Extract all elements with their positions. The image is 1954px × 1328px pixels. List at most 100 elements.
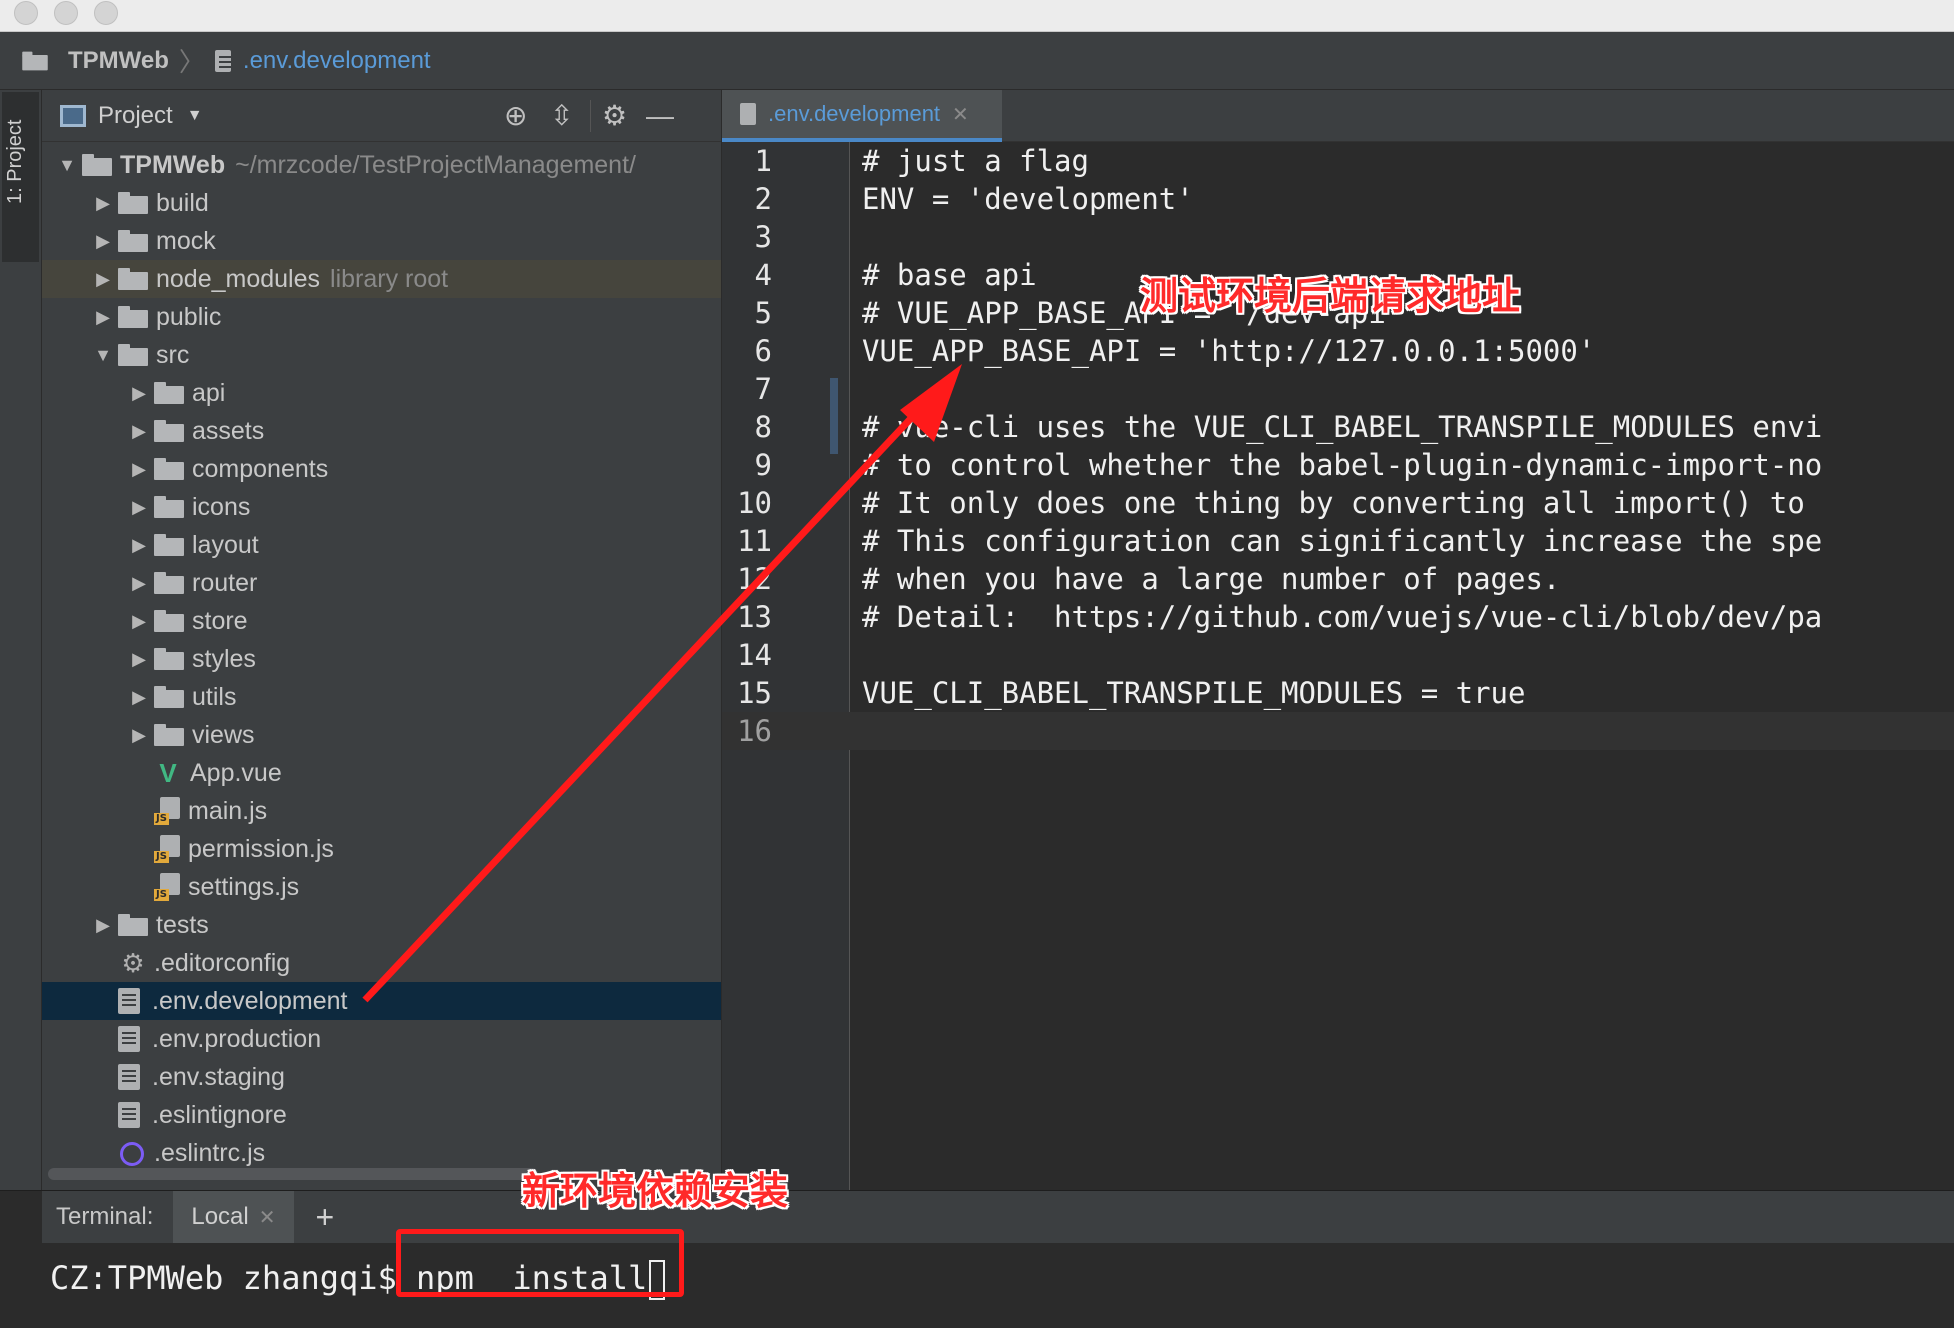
code-line[interactable]: 10 # It only does one thing by converting… bbox=[722, 484, 1954, 522]
chevron-down-icon[interactable]: ▼ bbox=[52, 155, 82, 176]
code-line[interactable]: 13 # Detail: https://github.com/vuejs/vue… bbox=[722, 598, 1954, 636]
breadcrumb-file[interactable]: .env.development bbox=[243, 47, 431, 75]
code-line[interactable]: 7 bbox=[722, 370, 1954, 408]
tree-horizontal-scrollbar[interactable] bbox=[48, 1168, 538, 1180]
tree-item[interactable]: V App.vue bbox=[42, 754, 721, 792]
chevron-right-icon[interactable]: ▶ bbox=[88, 915, 118, 936]
project-tree: ▼ TPMWeb ~/mrzcode/TestProjectManagement/ ▶… bbox=[42, 146, 721, 1172]
text-file-icon bbox=[118, 988, 140, 1014]
tree-item[interactable]: ▶ assets bbox=[42, 412, 721, 450]
line-number: 13 bbox=[737, 600, 772, 634]
code-line[interactable]: 11 # This configuration can significantly… bbox=[722, 522, 1954, 560]
tree-item[interactable]: JS permission.js bbox=[42, 830, 721, 868]
chevron-right-icon[interactable]: ▶ bbox=[124, 687, 154, 708]
locate-file-icon[interactable]: ⊕ bbox=[504, 102, 527, 130]
project-tool-button[interactable]: 1: Project bbox=[2, 92, 39, 262]
chevron-down-icon[interactable]: ▼ bbox=[88, 345, 118, 366]
line-number: 9 bbox=[754, 448, 772, 482]
code-line[interactable]: 8 # vue-cli uses the VUE_CLI_BABEL_TRANSP… bbox=[722, 408, 1954, 446]
tree-item[interactable]: .env.development bbox=[42, 982, 721, 1020]
tree-item[interactable]: .env.staging bbox=[42, 1058, 721, 1096]
code-line[interactable]: 2 ENV = 'development' bbox=[722, 180, 1954, 218]
tree-item[interactable]: ▼ TPMWeb ~/mrzcode/TestProjectManagement/ bbox=[42, 146, 721, 184]
project-view-selector[interactable]: Project bbox=[98, 102, 173, 130]
line-number: 16 bbox=[737, 714, 772, 748]
code-text: # base api bbox=[862, 258, 1037, 292]
gear-icon[interactable]: ⚙ bbox=[602, 102, 627, 130]
tree-item[interactable]: JS settings.js bbox=[42, 868, 721, 906]
tree-item-label: mock bbox=[156, 226, 216, 255]
code-line[interactable]: 15 VUE_CLI_BABEL_TRANSPILE_MODULES = true bbox=[722, 674, 1954, 712]
chevron-right-icon[interactable]: ▶ bbox=[88, 269, 118, 290]
tree-item[interactable]: ▶ api bbox=[42, 374, 721, 412]
terminal-tab-bar: Terminal: Local ✕ + bbox=[42, 1191, 1954, 1243]
chevron-right-icon[interactable]: ▶ bbox=[124, 421, 154, 442]
tree-item[interactable]: .env.production bbox=[42, 1020, 721, 1058]
tree-item[interactable]: ▶ router bbox=[42, 564, 721, 602]
tree-item[interactable]: ▶ build bbox=[42, 184, 721, 222]
tree-item-label: node_modules bbox=[156, 264, 321, 293]
close-icon[interactable]: ✕ bbox=[952, 102, 969, 127]
tree-item-label: layout bbox=[192, 530, 259, 559]
code-text: # It only does one thing by converting a… bbox=[862, 486, 1805, 520]
tree-item[interactable]: ▼ src bbox=[42, 336, 721, 374]
code-line[interactable]: 16 bbox=[722, 712, 1954, 750]
code-line[interactable]: 3 bbox=[722, 218, 1954, 256]
chevron-right-icon[interactable]: ▶ bbox=[124, 383, 154, 404]
tree-item[interactable]: ▶ store bbox=[42, 602, 721, 640]
chevron-right-icon[interactable]: ▶ bbox=[88, 193, 118, 214]
editor-tab[interactable]: .env.development ✕ bbox=[722, 90, 1002, 142]
chevron-right-icon[interactable]: ▶ bbox=[124, 459, 154, 480]
code-line[interactable]: 14 bbox=[722, 636, 1954, 674]
terminal-output[interactable]: CZ:TPMWeb zhangqi$ npm install bbox=[42, 1243, 1954, 1328]
folder-icon bbox=[154, 648, 184, 670]
chevron-right-icon[interactable]: ▶ bbox=[124, 611, 154, 632]
collapse-all-icon[interactable]: ⇳ bbox=[550, 102, 573, 130]
tree-item-label: styles bbox=[192, 644, 256, 673]
tree-item[interactable]: ⚙ .editorconfig bbox=[42, 944, 721, 982]
code-line[interactable]: 6 VUE_APP_BASE_API = 'http://127.0.0.1:50… bbox=[722, 332, 1954, 370]
tree-item[interactable]: ▶ views bbox=[42, 716, 721, 754]
hide-panel-icon[interactable]: — bbox=[646, 102, 674, 130]
breadcrumb-project[interactable]: TPMWeb bbox=[68, 47, 169, 75]
js-badge: JS bbox=[154, 813, 169, 825]
tree-item[interactable]: ▶ utils bbox=[42, 678, 721, 716]
tree-item[interactable]: ▶ mock bbox=[42, 222, 721, 260]
tree-item[interactable]: ▶ public bbox=[42, 298, 721, 336]
code-line[interactable]: 9 # to control whether the babel-plugin-d… bbox=[722, 446, 1954, 484]
chevron-down-icon[interactable]: ▼ bbox=[187, 107, 203, 125]
tree-item[interactable]: ▶ icons bbox=[42, 488, 721, 526]
tree-item-label: .env.staging bbox=[152, 1062, 285, 1091]
tree-item[interactable]: ▶ tests bbox=[42, 906, 721, 944]
folder-icon bbox=[22, 51, 48, 70]
tree-item[interactable]: ▶ node_modules library root bbox=[42, 260, 721, 298]
chevron-right-icon[interactable]: ▶ bbox=[124, 497, 154, 518]
close-window-button[interactable] bbox=[14, 1, 38, 25]
chevron-right-icon[interactable]: ▶ bbox=[124, 573, 154, 594]
code-text: VUE_APP_BASE_API = 'http://127.0.0.1:500… bbox=[862, 334, 1596, 368]
minimize-window-button[interactable] bbox=[54, 1, 78, 25]
chevron-right-icon[interactable]: ▶ bbox=[124, 649, 154, 670]
tree-item[interactable]: ▶ layout bbox=[42, 526, 721, 564]
code-content[interactable]: 1 # just a flag 2 ENV = 'development' 3 4 # ba… bbox=[722, 142, 1954, 750]
zoom-window-button[interactable] bbox=[94, 1, 118, 25]
folder-icon bbox=[154, 572, 184, 594]
chevron-right-icon[interactable]: ▶ bbox=[88, 231, 118, 252]
chevron-right-icon[interactable]: ▶ bbox=[88, 307, 118, 328]
chevron-right-icon[interactable]: ▶ bbox=[124, 535, 154, 556]
line-number: 10 bbox=[737, 486, 772, 520]
new-terminal-button[interactable]: + bbox=[316, 1199, 335, 1236]
tree-item[interactable]: ▶ styles bbox=[42, 640, 721, 678]
tree-item[interactable]: ▶ components bbox=[42, 450, 721, 488]
tree-item[interactable]: JS main.js bbox=[42, 792, 721, 830]
code-line[interactable]: 12 # when you have a large number of page… bbox=[722, 560, 1954, 598]
chevron-right-icon[interactable]: ▶ bbox=[124, 725, 154, 746]
terminal-tab-local[interactable]: Local ✕ bbox=[173, 1191, 294, 1243]
close-icon[interactable]: ✕ bbox=[259, 1205, 276, 1230]
editor-tab-label: .env.development bbox=[768, 101, 941, 126]
code-line[interactable]: 1 # just a flag bbox=[722, 142, 1954, 180]
folder-icon bbox=[118, 306, 148, 328]
install-annotation: 新环境依赖安装 bbox=[522, 1169, 789, 1213]
line-number: 3 bbox=[754, 220, 772, 254]
tree-item[interactable]: .eslintignore bbox=[42, 1096, 721, 1134]
